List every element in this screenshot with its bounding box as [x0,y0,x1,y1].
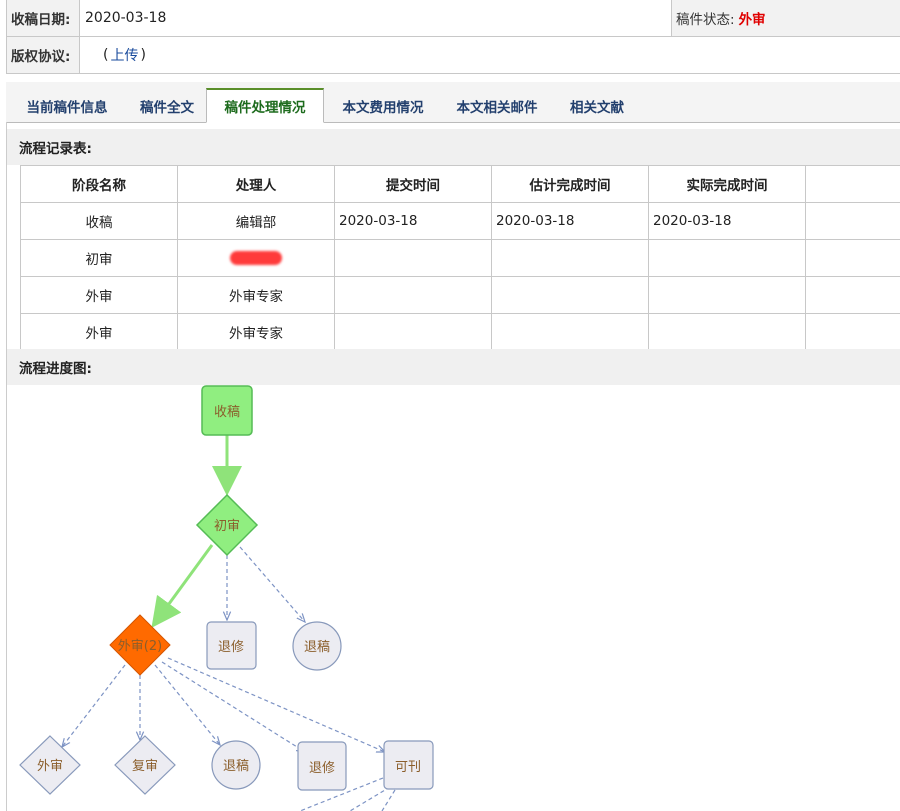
cell-submit-time [334,239,492,277]
cell-estimated-time: 2020-03-18 [491,202,649,240]
cell-estimated-time [491,239,649,277]
cell-stage: 收稿 [20,202,178,240]
node-label: 退修 [309,761,335,776]
node-reject-1: 退稿 [292,621,342,671]
node-label: 外审 [37,759,63,774]
cell-handler: 外审专家 [177,313,335,351]
table-row: 收稿 编辑部 2020-03-18 2020-03-18 2020-03-18 [20,202,900,240]
cell-extra [805,276,900,314]
table-row: 外审 外审专家 [20,276,900,314]
cell-estimated-time [491,276,649,314]
edge-external-accept [167,657,385,752]
node-return-revise-1: 退修 [206,621,257,670]
tab-current-info[interactable]: 当前稿件信息 [14,90,120,122]
node-label: 退修 [218,640,244,655]
col-actual-time: 实际完成时间 [648,165,806,203]
tab-emails[interactable]: 本文相关邮件 [444,90,550,122]
cell-submit-time [334,276,492,314]
node-received: 收稿 [201,385,253,436]
cell-stage: 初审 [20,239,178,277]
edge-external-external [62,664,126,747]
cell-actual-time [648,276,806,314]
node-reject-2: 退稿 [211,740,261,790]
copyright-label: 版权协议: [7,37,80,73]
cell-handler-redacted [177,239,335,277]
node-label: 收稿 [214,404,240,420]
table-row: 初审 [20,239,900,277]
cell-extra [805,313,900,351]
edge-accept-out-3 [381,789,396,811]
paren-close: ) [140,47,146,63]
edge-external-reject [154,664,220,745]
cell-submit-time: 2020-03-18 [334,202,492,240]
copyright-value: ( 上传 ) [103,37,146,73]
upload-link[interactable]: 上传 [110,45,138,65]
tab-fees[interactable]: 本文费用情况 [330,90,436,122]
node-label: 退稿 [304,639,330,655]
node-initial-review: 初审 [195,493,259,557]
status-label: 稿件状态: [676,12,735,28]
cell-extra [805,239,900,277]
cell-estimated-time [491,313,649,351]
copyright-row: 版权协议: ( 上传 ) [6,36,900,74]
cell-stage: 外审 [20,276,178,314]
col-extra [805,165,900,203]
node-external-review-current: 外审(2) [109,614,171,676]
col-handler: 处理人 [177,165,335,203]
edge-initial-reject [239,546,305,622]
status-cell: 稿件状态: 外审 [671,0,900,36]
node-acceptable: 可刊 [383,740,434,790]
tab-bar: 当前稿件信息 稿件全文 稿件处理情况 本文费用情况 本文相关邮件 相关文献 [6,82,900,123]
table-row: 外审 外审专家 [20,313,900,351]
tab-processing[interactable]: 稿件处理情况 [206,88,324,123]
received-date-label: 收稿日期: [7,0,80,36]
tab-references[interactable]: 相关文献 [558,90,636,122]
cell-handler: 外审专家 [177,276,335,314]
status-badge: 外审 [738,12,766,28]
node-label: 外审(2) [118,639,162,654]
received-date-row: 收稿日期: 2020-03-18 稿件状态: 外审 [6,0,900,37]
cell-handler: 编辑部 [177,202,335,240]
col-stage: 阶段名称 [20,165,178,203]
cell-stage: 外审 [20,313,178,351]
node-label: 可刊 [395,760,421,775]
node-return-revise-2: 退修 [297,741,347,791]
flow-record-title: 流程记录表: [7,129,900,165]
paren-open: ( [103,47,109,63]
flow-record-table: 阶段名称 处理人 提交时间 估计完成时间 实际完成时间 收稿 编辑部 2020-… [20,165,900,351]
cell-extra [805,202,900,240]
flow-progress-diagram: 收稿 初审 外审(2) 退修 退稿 外审 复审 退稿 退修 可刊 [19,385,434,811]
node-external-review-next: 外审 [19,735,81,795]
edge-initial-external [151,544,214,628]
edge-external-revise [161,661,305,752]
node-label: 初审 [214,519,240,534]
received-date-value: 2020-03-18 [85,10,167,26]
node-label: 退稿 [223,758,249,774]
redaction-mark [230,251,282,265]
node-label: 复审 [132,759,158,774]
cell-actual-time [648,313,806,351]
col-estimated-time: 估计完成时间 [491,165,649,203]
edge-accept-out-2 [349,786,391,811]
tab-full-text[interactable]: 稿件全文 [128,90,206,122]
node-re-review: 复审 [114,735,176,795]
col-submit-time: 提交时间 [334,165,492,203]
cell-actual-time [648,239,806,277]
cell-submit-time [334,313,492,351]
table-header-row: 阶段名称 处理人 提交时间 估计完成时间 实际完成时间 [20,165,900,203]
cell-actual-time: 2020-03-18 [648,202,806,240]
